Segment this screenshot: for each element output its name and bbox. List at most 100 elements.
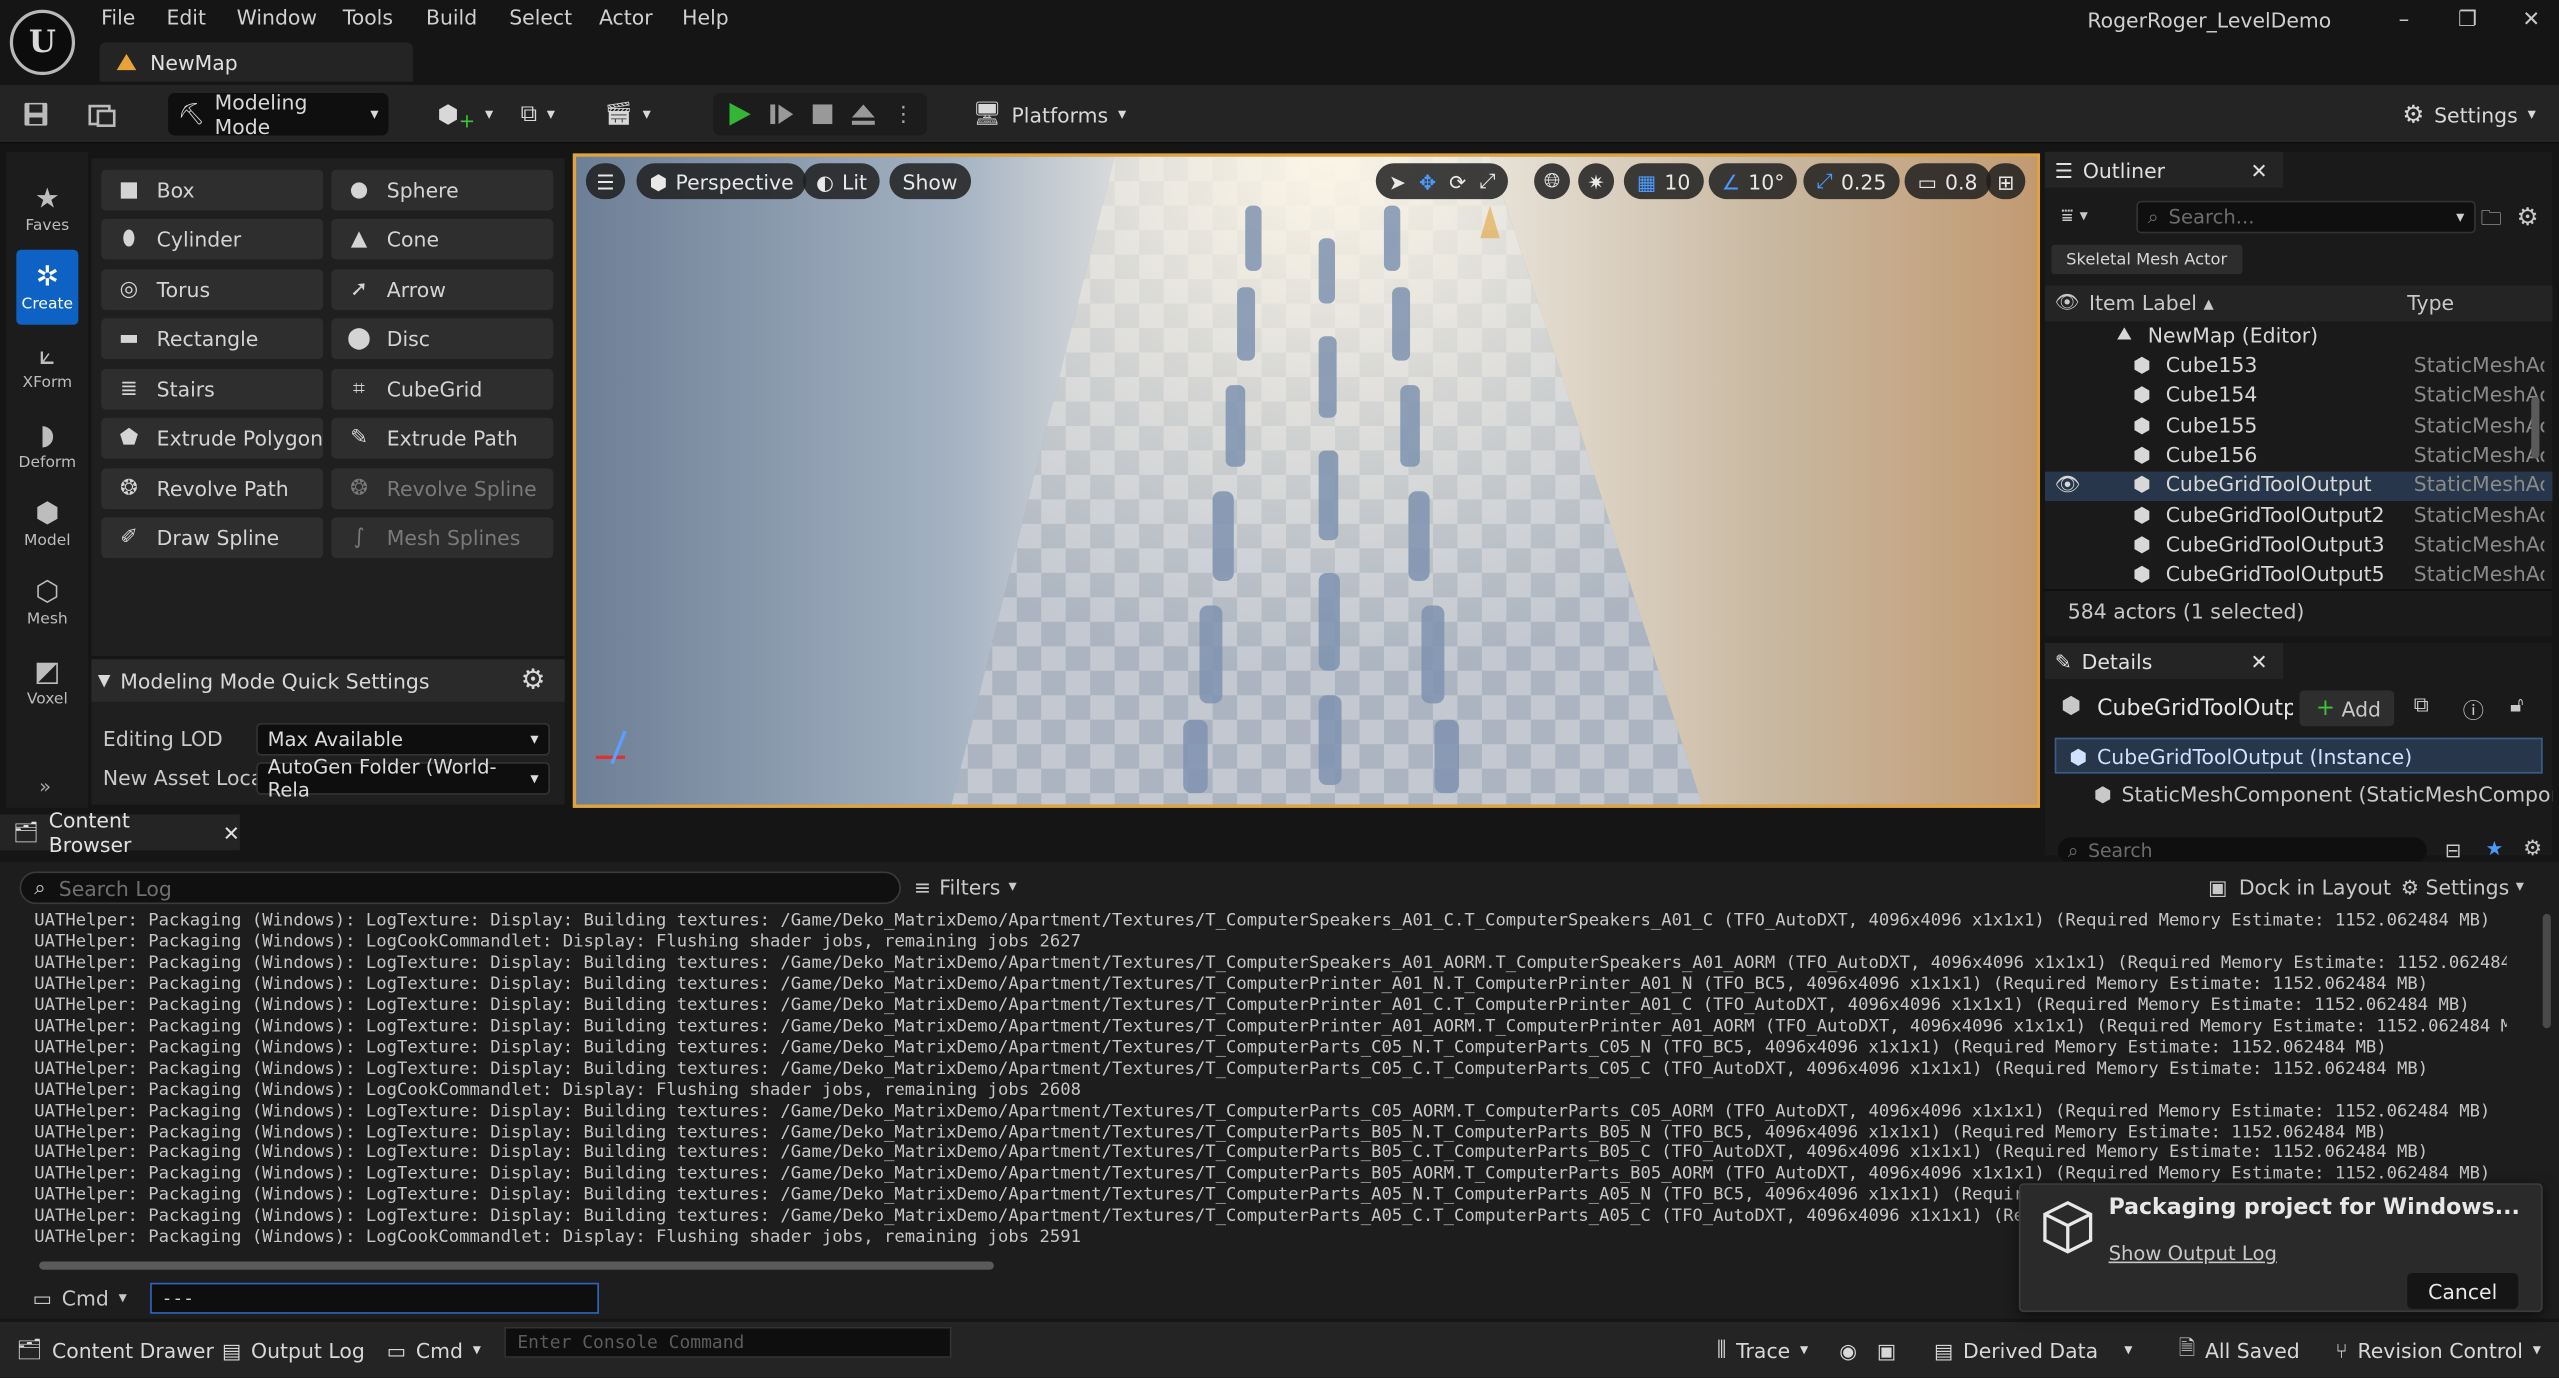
map-tab[interactable]: NewMap (99, 42, 413, 82)
dock-in-layout-button[interactable]: ▣ Dock in Layout (2208, 875, 2391, 899)
gear-icon[interactable]: ⚙ (2523, 837, 2542, 861)
column-item-label[interactable]: Item Label ▴ (2089, 290, 2214, 314)
viewport-menu-icon[interactable]: ☰ (585, 163, 626, 200)
lit-button[interactable]: ◐ Lit (802, 163, 881, 200)
cmd-input[interactable]: --- (150, 1282, 599, 1314)
rotate-icon[interactable]: ⟳ (1449, 169, 1466, 193)
record-icon[interactable]: ◉ (1839, 1328, 1857, 1370)
outliner-row[interactable]: 👁︎ ⬢ CubeGridToolOutput StaticMeshActor (2044, 471, 2553, 502)
log-horizontal-scrollbar[interactable] (39, 1261, 994, 1270)
close-icon[interactable]: ✕ (2251, 649, 2268, 673)
revision-control-button[interactable]: ⑂ Revision Control ▾ (2335, 1328, 2541, 1370)
details-tab[interactable]: ✎ Details ✕ (2044, 643, 2284, 679)
content-drawer-button[interactable]: 🗂︎ Content Drawer (16, 1328, 214, 1370)
scale-snap-button[interactable]: ⤢ 0.25 (1803, 163, 1900, 200)
tool-arrow[interactable]: ➚ Arrow (331, 269, 554, 311)
select-icon[interactable]: ➤ (1389, 169, 1406, 193)
tool-revolve-spline[interactable]: ❂ Revolve Spline (331, 468, 554, 510)
menu-build[interactable]: Build (426, 5, 477, 29)
camera-speed-button[interactable]: ▭ 0.8 (1904, 163, 1991, 200)
show-output-log-link[interactable]: Show Output Log (2109, 1242, 2277, 1265)
search-log-input[interactable]: ⌕ Search Log (19, 871, 901, 905)
tool-revolve-path[interactable]: ❂ Revolve Path (101, 468, 324, 510)
tool-torus[interactable]: ◎ Torus (101, 269, 324, 311)
blueprint-icon[interactable]: ⧉ (2414, 694, 2429, 718)
grid-snap-button[interactable]: ▦ 10 (1623, 163, 1704, 200)
menu-help[interactable]: Help (682, 5, 729, 29)
eye-icon[interactable]: 👁︎ (2055, 472, 2081, 498)
play-icon[interactable] (726, 101, 752, 127)
show-button[interactable]: Show (889, 163, 971, 200)
editing-lod-dropdown[interactable]: Max Available ▾ (256, 722, 550, 756)
mode-create[interactable]: ✲ Create (16, 249, 79, 325)
tool-cubegrid[interactable]: ⌗ CubeGrid (331, 368, 554, 410)
rotation-snap-button[interactable]: ∠ 10° (1708, 163, 1798, 200)
actor-name-field[interactable]: CubeGridToolOutput (2097, 695, 2293, 721)
blueprints-button[interactable]: ⧉ ▾ (511, 93, 565, 135)
close-icon[interactable]: ✕ (2251, 157, 2268, 181)
gear-icon[interactable]: ⚙ (521, 664, 546, 697)
add-component-button[interactable]: + Add (2299, 690, 2395, 727)
minimize-icon[interactable]: – (2379, 3, 2428, 36)
outliner-search-input[interactable]: ⌕ Search... ▾ (2136, 200, 2476, 234)
cancel-button[interactable]: Cancel (2407, 1272, 2519, 1309)
outliner-root-row[interactable]: ⛰︎ NewMap (Editor) (2045, 323, 2553, 352)
outliner-row[interactable]: ⬢ CubeGridToolOutput5 StaticMeshActor (2045, 562, 2553, 591)
tool-draw-spline[interactable]: ✐ Draw Spline (101, 517, 324, 559)
layout-icon[interactable]: ⊞ (1986, 163, 2026, 200)
status-cmd-dropdown[interactable]: ▭ Cmd ▾ (387, 1328, 481, 1370)
gear-icon[interactable]: ⚙ (2517, 202, 2539, 231)
tool-mesh-splines[interactable]: ∫ Mesh Splines (331, 517, 554, 559)
surface-snap-icon[interactable]: ✷ (1578, 163, 1615, 200)
outliner-scrollbar[interactable] (2531, 396, 2540, 459)
add-actor-button[interactable]: ⬢ + ▾ (428, 93, 503, 135)
outliner-row[interactable]: ⬢ Cube156 StaticMeshActor (2045, 442, 2553, 471)
tool-disc[interactable]: ⬤ Disc (331, 318, 554, 360)
close-icon[interactable]: ✕ (223, 820, 240, 844)
outliner-row[interactable]: ⬢ CubeGridToolOutput3 StaticMeshActor (2045, 532, 2553, 561)
help-icon[interactable]: ⓘ (2463, 694, 2484, 724)
stop-icon[interactable] (811, 103, 834, 126)
tool-stairs[interactable]: ≣ Stairs (101, 368, 324, 410)
outliner-row[interactable]: ⬢ Cube153 StaticMeshActor (2045, 353, 2553, 382)
log-vertical-scrollbar[interactable] (2542, 913, 2551, 1029)
details-search-input[interactable]: ⌕ Search (2057, 837, 2427, 864)
close-window-icon[interactable]: ✕ (2507, 3, 2556, 36)
menu-select[interactable]: Select (509, 5, 572, 29)
instance-row[interactable]: ⬢ CubeGridToolOutput (Instance) (2054, 737, 2543, 774)
tool-extrude-path[interactable]: ✎ Extrude Path (331, 417, 554, 459)
menu-actor[interactable]: Actor (599, 5, 653, 29)
cinematics-button[interactable]: 🎬︎ ▾ (594, 93, 661, 135)
output-log-button[interactable]: ▤ Output Log (222, 1328, 365, 1370)
expand-modes-icon[interactable]: » (39, 775, 51, 798)
screenshot-icon[interactable]: ▣ (1877, 1328, 1896, 1370)
outliner-filter-button[interactable]: ⩸ ▾ (2061, 204, 2088, 228)
outliner-row[interactable]: ⬢ CubeGridToolOutput2 StaticMeshActor (2045, 502, 2553, 531)
menu-edit[interactable]: Edit (166, 5, 206, 29)
mode-xform[interactable]: ⟀ XForm (16, 328, 78, 403)
all-saved-button[interactable]: 🗎︎ All Saved (2179, 1328, 2300, 1370)
eye-icon[interactable]: 👁︎ (2055, 290, 2080, 313)
derived-data-button[interactable]: ▤ Derived Data ▾ (1934, 1328, 2132, 1370)
scale-icon[interactable]: ⤢ (1479, 168, 1495, 194)
tool-sphere[interactable]: ● Sphere (331, 169, 554, 211)
star-icon[interactable]: ★ (2486, 837, 2504, 860)
world-icon[interactable]: 🌐︎ (1534, 163, 1571, 200)
translate-icon[interactable]: ✥ (1419, 169, 1436, 193)
outliner-row[interactable]: ⬢ Cube154 StaticMeshActor (2045, 382, 2553, 411)
trace-dropdown[interactable]: ⫼ Trace ▾ (1717, 1328, 1808, 1370)
mode-voxel[interactable]: ◩ Voxel (16, 645, 78, 720)
log-settings-dropdown[interactable]: ⚙ Settings ▾ (2401, 875, 2524, 899)
content-browser-tab[interactable]: 🗂︎ Content Browser ✕ (0, 808, 240, 857)
mode-dropdown[interactable]: ⛏ Modeling Mode ▾ (168, 90, 389, 139)
tool-cone[interactable]: ▲ Cone (331, 218, 554, 260)
quick-settings-header[interactable]: ▼ Modeling Mode Quick Settings ⚙ (91, 659, 565, 702)
new-asset-location-dropdown[interactable]: AutoGen Folder (World-Rela ▾ (256, 756, 550, 801)
mode-deform[interactable]: ◗ Deform (16, 408, 78, 483)
outliner-row[interactable]: ⬢ Cube155 StaticMeshActor (2045, 412, 2553, 441)
tool-rectangle[interactable]: ▬ Rectangle (101, 318, 324, 360)
unreal-logo-icon[interactable]: U (9, 9, 76, 76)
browse-content-icon[interactable] (78, 93, 127, 135)
mode-model[interactable]: ⬢ Model (16, 486, 78, 561)
column-type[interactable]: Type (2407, 290, 2454, 314)
